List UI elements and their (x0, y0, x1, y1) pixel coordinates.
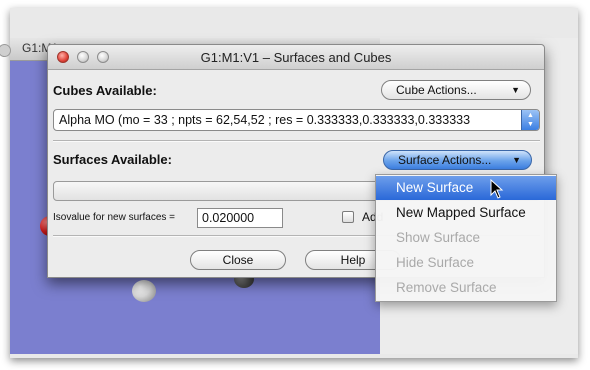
section-divider (53, 140, 540, 142)
surface-actions-label: Surface Actions... (398, 153, 492, 167)
menu-item-new-surface[interactable]: New Surface (376, 176, 556, 200)
cubes-select-value: Alpha MO (mo = 33 ; npts = 62,54,52 ; re… (59, 113, 471, 127)
menu-item-hide-surface: Hide Surface (396, 255, 475, 270)
hydrogen-atom (132, 280, 156, 302)
isovalue-input[interactable]: 0.020000 (197, 208, 283, 228)
arrow-cursor-icon (490, 179, 504, 199)
menu-item-new-mapped-surface[interactable]: New Mapped Surface (376, 201, 556, 225)
close-button[interactable]: Close (190, 250, 286, 270)
cube-actions-label: Cube Actions... (396, 83, 477, 97)
surface-actions-button[interactable]: Surface Actions... ▼ (383, 150, 532, 170)
add-checkbox[interactable] (342, 211, 354, 223)
up-down-arrows-icon[interactable]: ▲ ▼ (521, 110, 539, 130)
dialog-title: G1:M1:V1 – Surfaces and Cubes (200, 50, 392, 65)
help-button-label: Help (340, 253, 366, 267)
chevron-down-icon: ▼ (512, 155, 521, 165)
isovalue-label: Isovalue for new surfaces = (53, 212, 176, 223)
menu-item-show-surface: Show Surface (396, 230, 481, 245)
cubes-available-label: Cubes Available: (53, 83, 157, 98)
menu-item-remove-surface: Remove Surface (396, 280, 497, 295)
cubes-select[interactable]: Alpha MO (mo = 33 ; npts = 62,54,52 ; re… (53, 109, 540, 131)
surfaces-available-label: Surfaces Available: (53, 152, 172, 167)
chevron-down-icon: ▼ (511, 85, 520, 95)
cube-actions-button[interactable]: Cube Actions... ▼ (381, 80, 531, 100)
surface-actions-menu: New Surface New Mapped Surface Show Surf… (375, 174, 557, 302)
dialog-titlebar[interactable]: G1:M1:V1 – Surfaces and Cubes (48, 45, 544, 70)
close-button-label: Close (222, 253, 254, 267)
